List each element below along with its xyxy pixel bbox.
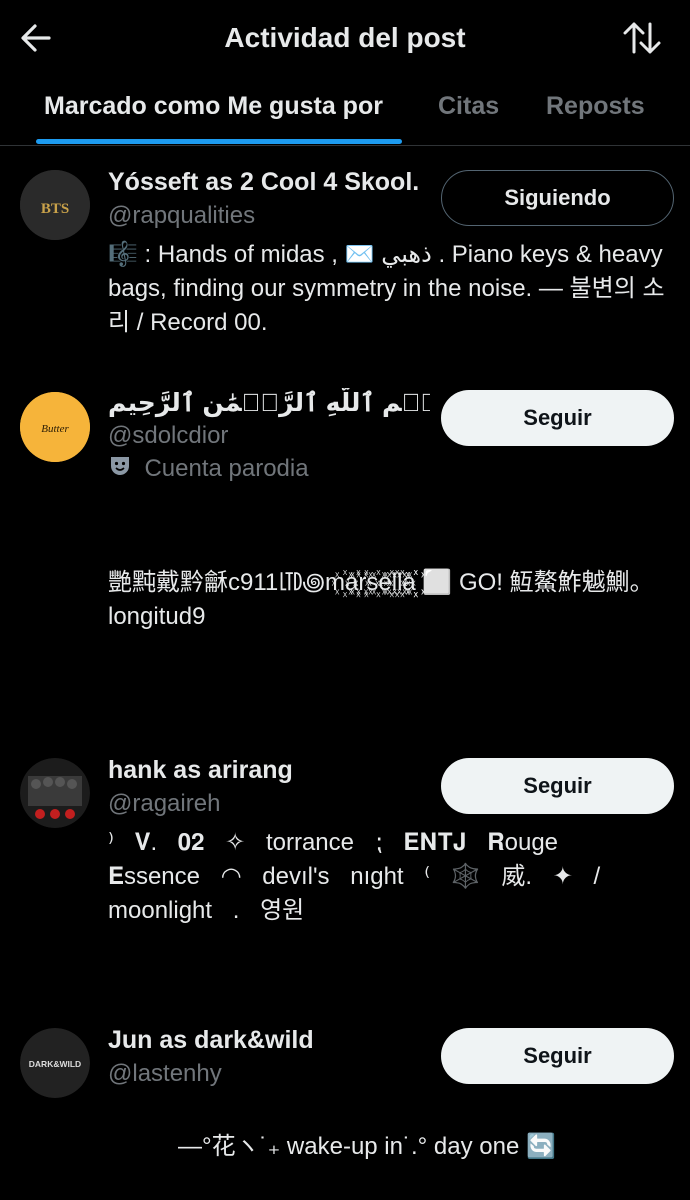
- user-name[interactable]: Jun as dark&wild: [108, 1026, 314, 1055]
- tab-reposts[interactable]: Reposts: [546, 92, 645, 121]
- avatar-logo-text: Butter: [41, 423, 69, 435]
- user-bio: ⁾ 𝐕. 𝟎𝟐 ✧ torrance ⁏ 𝐄𝐍𝐓𝐉 𝐑ouge 𝐄ssence …: [108, 829, 601, 924]
- user-row[interactable]: DARK&WILD Jun as dark&wild @lastenhy —°花…: [0, 1018, 690, 1178]
- user-name[interactable]: Yósseft as 2 Cool 4 Skool.: [108, 168, 419, 197]
- user-bio: —°花ヽ˙₊ wake-up in˙.° day one 🔄: [178, 1133, 556, 1160]
- top-bar: Actividad del post: [0, 0, 690, 78]
- avatar-image: Butter: [20, 392, 90, 462]
- user-name[interactable]: بِسۡمِ ٱللَّهِ ٱلرَّحۡمَٰنِ ٱلرَّحِيمِ a…: [108, 388, 430, 418]
- user-handle[interactable]: @ragaireh: [108, 790, 220, 818]
- avatar[interactable]: Butter: [20, 392, 90, 462]
- follow-button[interactable]: Seguir: [441, 390, 674, 446]
- avatar[interactable]: BTS: [20, 170, 90, 240]
- user-bio: 🎼 : Hands of midas , ✉️ ذهبي . Piano key…: [108, 241, 665, 336]
- tab-liked-by[interactable]: Marcado como Me gusta por: [44, 92, 383, 121]
- sort-button[interactable]: [622, 18, 662, 58]
- avatar-image: BTS: [20, 170, 90, 240]
- tab-bar: Marcado como Me gusta por Citas Reposts: [0, 78, 690, 146]
- avatar-image: [20, 758, 90, 828]
- avatar-logo-text: BTS: [41, 201, 69, 217]
- user-row[interactable]: hank as arirang @ragaireh ⁾ 𝐕. 𝟎𝟐 ✧ torr…: [0, 748, 690, 988]
- active-tab-indicator: [36, 139, 402, 144]
- tab-quotes[interactable]: Citas: [438, 92, 499, 121]
- avatar[interactable]: [20, 758, 90, 828]
- sort-arrows-icon: [623, 22, 661, 54]
- user-row[interactable]: BTS Yósseft as 2 Cool 4 Skool. @rapquali…: [0, 160, 690, 350]
- avatar-image: DARK&WILD: [20, 1028, 90, 1098]
- follow-button[interactable]: Seguir: [441, 1028, 674, 1084]
- following-button[interactable]: Siguiendo: [441, 170, 674, 226]
- user-bio: 艷黗戴黔龢c911㋏꩜m꙰a꙰r꙰s꙰e꙰l꙰l꙰a꙰꙰꙰ ⬜ GO! 魱鰲鮓魆…: [108, 569, 654, 630]
- user-handle[interactable]: @lastenhy: [108, 1060, 222, 1088]
- user-row[interactable]: Butter بِسۡمِ ٱللَّهِ ٱلرَّحۡمَٰنِ ٱلرَّ…: [0, 380, 690, 680]
- parody-label: Cuenta parodia: [108, 454, 309, 484]
- avatar-logo-text: DARK&WILD: [29, 1059, 81, 1069]
- parody-label-text: Cuenta parodia: [144, 454, 309, 482]
- user-name[interactable]: hank as arirang: [108, 756, 293, 785]
- user-handle[interactable]: @sdolcdior: [108, 422, 228, 450]
- user-handle[interactable]: @rapqualities: [108, 202, 255, 230]
- page-title: Actividad del post: [224, 22, 466, 53]
- follow-button[interactable]: Seguir: [441, 758, 674, 814]
- theater-mask-icon: [108, 454, 134, 483]
- avatar[interactable]: DARK&WILD: [20, 1028, 90, 1098]
